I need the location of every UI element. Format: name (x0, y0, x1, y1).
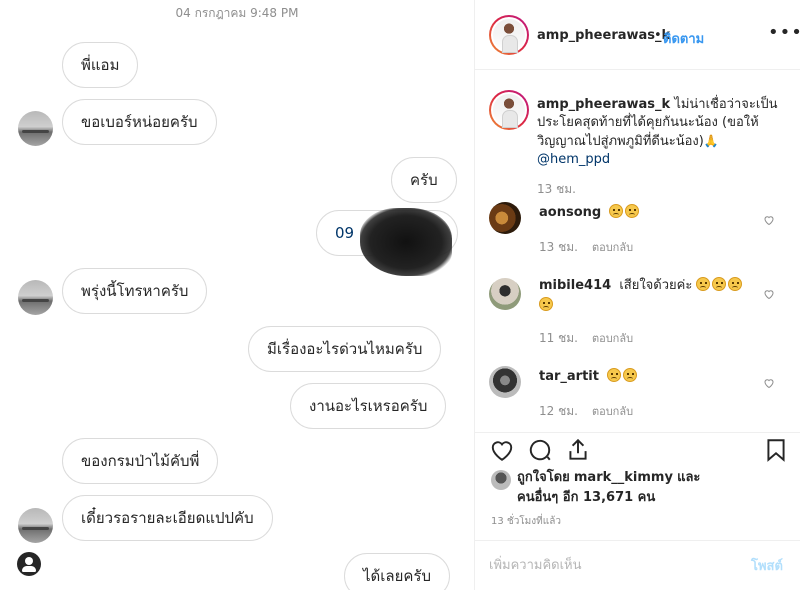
instagram-post-panel: amp_pheerawas_k • ติดตาม ••• amp_pheeraw… (474, 0, 800, 590)
praying-hands-emoji: 🙏 (703, 134, 719, 148)
likes-summary: ถูกใจโดย mark__kimmy และ คนอื่นๆ อีก 13,… (517, 468, 787, 508)
redaction-scribble (360, 208, 452, 276)
reply-link[interactable]: ตอบกลับ (592, 332, 633, 345)
sad-face-emoji (625, 204, 640, 218)
comment-text: เสียใจด้วยค่ะ (619, 278, 693, 293)
comment-meta: 13 ชม. ตอบกลับ (539, 238, 633, 257)
liker-avatar[interactable] (491, 470, 511, 490)
comment-timestamp[interactable]: 11 ชม. (539, 331, 578, 345)
likes-and: และ (677, 470, 701, 485)
message-bubble-outgoing[interactable]: มีเรื่องอะไรด่วนไหมครับ (248, 326, 442, 372)
message-bubble-outgoing[interactable]: ได้เลยครับ (344, 553, 451, 590)
comment-timestamp[interactable]: 12 ชม. (539, 404, 578, 418)
post-header: amp_pheerawas_k • ติดตาม ••• (475, 0, 800, 70)
caption-username[interactable]: amp_pheerawas_k (537, 97, 670, 112)
author-avatar[interactable] (489, 15, 529, 55)
like-comment-heart-icon[interactable] (763, 214, 775, 226)
comment-username[interactable]: tar_artit (539, 369, 599, 384)
likes-others[interactable]: คนอื่นๆ อีก 13,671 คน (517, 490, 655, 505)
comment-meta: 11 ชม. ตอบกลับ (539, 329, 633, 348)
like-comment-heart-icon[interactable] (763, 288, 775, 300)
sender-avatar[interactable] (18, 111, 53, 146)
comment: tar_artit (539, 367, 769, 387)
message-bubble-incoming[interactable]: ขอเบอร์หน่อยครับ (62, 99, 217, 145)
comment-username[interactable]: mibile414 (539, 278, 611, 293)
post-time-ago[interactable]: 13 ชั่วโมงที่แล้ว (491, 514, 561, 529)
crying-face-emoji (728, 277, 743, 291)
crying-face-emoji (623, 368, 638, 382)
message-bubble-outgoing[interactable]: ครับ (391, 157, 457, 203)
reply-link[interactable]: ตอบกลับ (592, 241, 633, 254)
message-bubble-incoming[interactable]: ของกรมป่าไม้คับพี่ (62, 438, 219, 484)
sad-face-emoji (609, 204, 624, 218)
post-action-bar (475, 432, 800, 462)
phone-number-partial: 09 (335, 224, 355, 242)
message-bubble-incoming[interactable]: เดี๋ยวรอรายละเอียดแปปคับ (62, 495, 273, 541)
comment-input[interactable] (489, 553, 729, 577)
caption-timestamp[interactable]: 13 ชม. (537, 180, 576, 199)
comment-username[interactable]: aonsong (539, 205, 601, 220)
share-icon[interactable] (565, 437, 591, 463)
caption-mention[interactable]: @hem_ppd (537, 151, 787, 169)
reply-link[interactable]: ตอบกลับ (592, 405, 633, 418)
commenter-avatar[interactable] (489, 202, 521, 234)
likes-prefix: ถูกใจโดย (517, 470, 570, 485)
crying-face-emoji (696, 277, 711, 291)
message-bubble-incoming[interactable]: พรุ่งนี้โทรหาครับ (62, 268, 208, 314)
sender-avatar[interactable] (18, 508, 53, 543)
comment-icon[interactable] (527, 437, 553, 463)
message-bubble-outgoing[interactable]: งานอะไรเหรอครับ (290, 383, 447, 429)
author-username[interactable]: amp_pheerawas_k (537, 28, 670, 43)
comment: mibile414 เสียใจด้วยค่ะ (539, 276, 769, 316)
comment-meta: 12 ชม. ตอบกลับ (539, 402, 633, 421)
crying-face-emoji (539, 297, 553, 311)
sender-avatar[interactable] (18, 280, 53, 315)
direct-message-thread: 04 กรกฎาคม 9:48 PM พี่แอม ขอเบอร์หน่อยคร… (0, 0, 474, 590)
like-comment-heart-icon[interactable] (763, 377, 775, 389)
user-profile-icon[interactable] (17, 552, 41, 576)
comment-timestamp[interactable]: 13 ชม. (539, 240, 578, 254)
commenter-avatar[interactable] (489, 278, 521, 310)
bookmark-icon[interactable] (763, 437, 789, 463)
crying-face-emoji (607, 368, 622, 382)
crying-face-emoji (712, 277, 727, 291)
commenter-avatar[interactable] (489, 366, 521, 398)
separator-dot: • (654, 28, 662, 43)
caption-author-avatar[interactable] (489, 90, 529, 130)
post-comment-button[interactable]: โพสต์ (751, 555, 783, 576)
chat-date: 04 กรกฎาคม 9:48 PM (175, 6, 299, 20)
post-caption: amp_pheerawas_k ไม่น่าเชื่อว่าจะเป็นประโ… (537, 96, 787, 169)
message-bubble-incoming[interactable]: พี่แอม (62, 42, 139, 88)
more-horizontal-icon[interactable]: ••• (768, 22, 800, 43)
liker-username[interactable]: mark__kimmy (574, 470, 673, 485)
heart-icon[interactable] (489, 437, 515, 463)
comment: aonsong (539, 203, 769, 223)
add-comment-bar: โพสต์ (475, 540, 800, 590)
follow-button[interactable]: ติดตาม (663, 28, 704, 49)
